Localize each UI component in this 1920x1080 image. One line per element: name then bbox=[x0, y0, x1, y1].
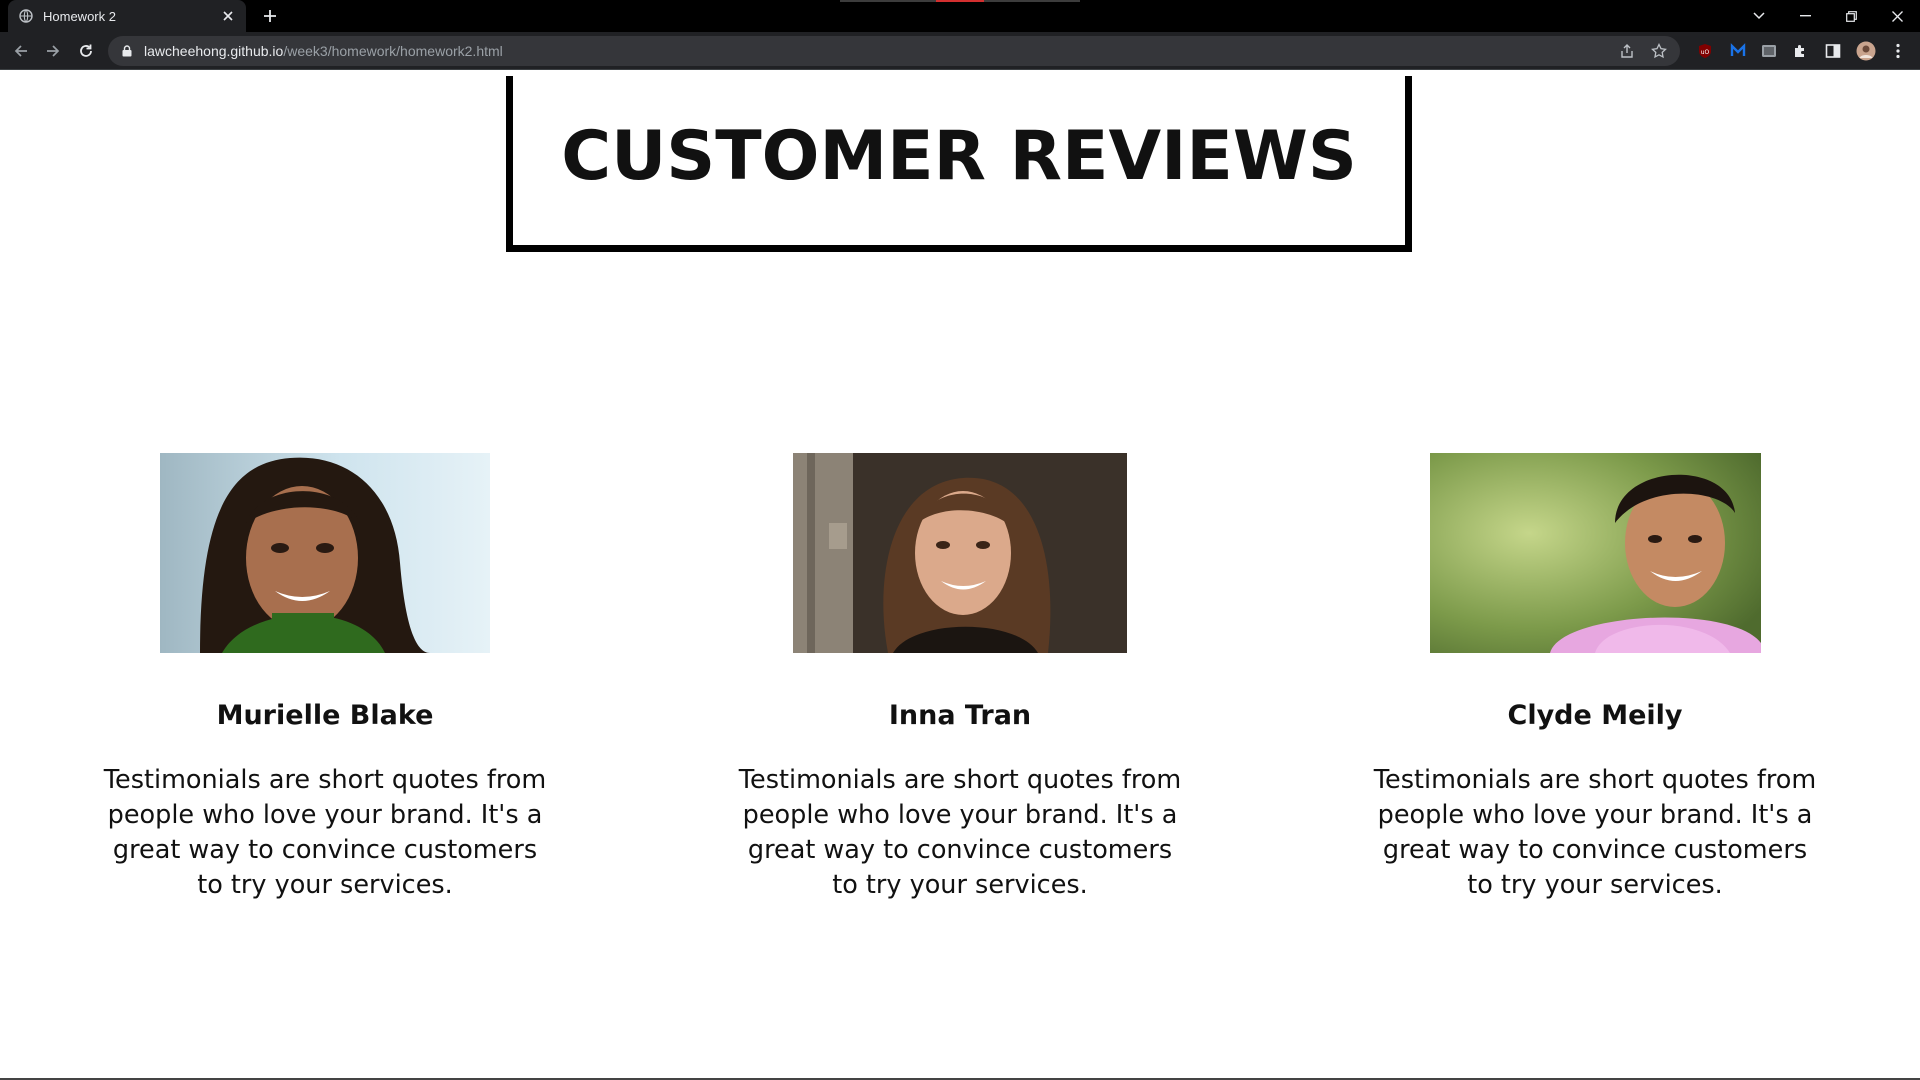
screenshot-extension-icon[interactable] bbox=[1758, 40, 1780, 62]
globe-icon bbox=[18, 8, 34, 24]
browser-toolbar: lawcheehong.github.io/week3/homework/hom… bbox=[0, 32, 1920, 70]
reload-icon bbox=[80, 44, 92, 57]
arrow-left-icon bbox=[14, 45, 27, 57]
screen-share-indicator bbox=[840, 0, 1080, 2]
back-button[interactable] bbox=[9, 39, 33, 63]
restore-icon bbox=[1845, 10, 1857, 22]
profile-avatar[interactable] bbox=[1855, 40, 1877, 62]
tab-title: Homework 2 bbox=[43, 8, 116, 24]
share-icon[interactable] bbox=[1616, 40, 1638, 62]
m-extension-icon[interactable] bbox=[1727, 40, 1749, 62]
page-content: CUSTOMER REVIEWS Murielle Blake Testimon… bbox=[0, 70, 1920, 1080]
minimize-button[interactable] bbox=[1782, 0, 1828, 32]
reload-button[interactable] bbox=[74, 39, 98, 63]
page-title: CUSTOMER REVIEWS bbox=[561, 117, 1357, 196]
new-tab-button[interactable] bbox=[258, 6, 282, 26]
reviewer-name: Inna Tran bbox=[888, 700, 1032, 731]
reviewer-photo bbox=[1429, 453, 1761, 653]
close-icon bbox=[1891, 10, 1903, 22]
url-host: lawcheehong.github.io bbox=[144, 43, 284, 59]
review-text: Testimonials are short quotes from peopl… bbox=[1373, 765, 1817, 900]
lock-icon[interactable] bbox=[120, 44, 134, 58]
restore-button[interactable] bbox=[1828, 0, 1874, 32]
chevron-down-icon bbox=[1753, 12, 1765, 20]
review-text: Testimonials are short quotes from peopl… bbox=[103, 765, 547, 900]
url-path: /week3/homework/homework2.html bbox=[283, 43, 503, 59]
ublock-extension-icon[interactable]: uO bbox=[1694, 40, 1716, 62]
svg-text:uO: uO bbox=[1701, 49, 1710, 56]
close-window-button[interactable] bbox=[1874, 0, 1920, 32]
kebab-menu-icon[interactable] bbox=[1887, 40, 1909, 62]
review-card: Clyde Meily Testimonials are short quote… bbox=[1365, 453, 1825, 903]
puzzle-icon[interactable] bbox=[1789, 40, 1811, 62]
side-panel-icon[interactable] bbox=[1822, 40, 1844, 62]
reviewer-photo bbox=[160, 453, 490, 653]
tab-strip: Homework 2 bbox=[0, 0, 1920, 32]
tab-search-button[interactable] bbox=[1736, 0, 1782, 32]
minimize-icon bbox=[1799, 15, 1811, 17]
forward-button[interactable] bbox=[41, 39, 65, 63]
review-text: Testimonials are short quotes from peopl… bbox=[738, 765, 1182, 900]
browser-tab[interactable]: Homework 2 bbox=[8, 0, 246, 32]
heading-box: CUSTOMER REVIEWS bbox=[506, 76, 1412, 252]
bookmark-star-icon[interactable] bbox=[1648, 40, 1670, 62]
reviewer-photo bbox=[793, 453, 1127, 653]
reviewer-name: Murielle Blake bbox=[216, 700, 434, 731]
arrow-right-icon bbox=[47, 45, 60, 57]
close-icon[interactable] bbox=[220, 8, 236, 24]
reviewer-name: Clyde Meily bbox=[1507, 700, 1683, 731]
review-card: Murielle Blake Testimonials are short qu… bbox=[95, 453, 555, 903]
plus-icon bbox=[264, 10, 276, 22]
review-card: Inna Tran Testimonials are short quotes … bbox=[730, 453, 1190, 903]
address-bar[interactable]: lawcheehong.github.io/week3/homework/hom… bbox=[108, 36, 1680, 66]
recording-indicator bbox=[936, 0, 984, 2]
